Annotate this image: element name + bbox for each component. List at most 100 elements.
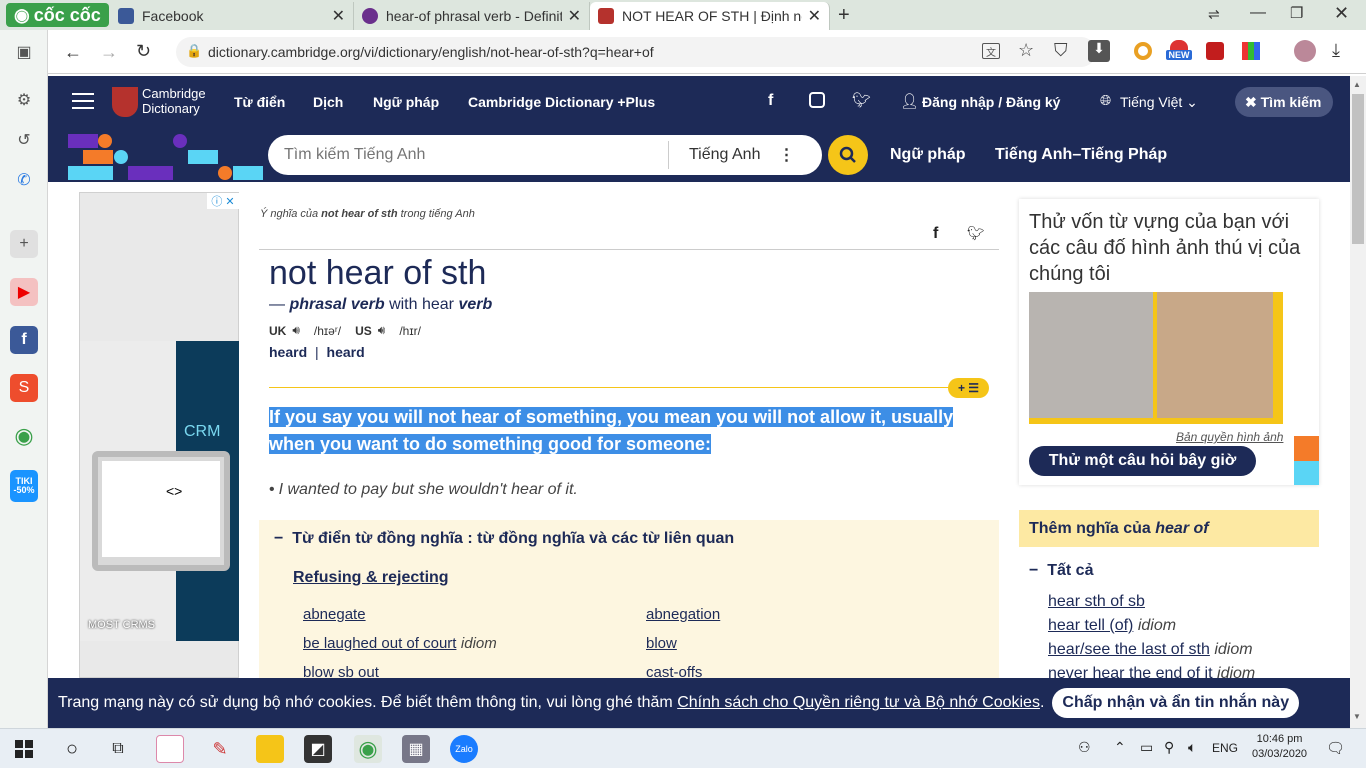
- back-button[interactable]: ←: [64, 42, 82, 63]
- messenger-icon[interactable]: ✆: [10, 166, 38, 194]
- extension-red-icon[interactable]: [1206, 42, 1224, 60]
- search-toggle-button[interactable]: ✖ Tìm kiếm: [1235, 87, 1333, 117]
- close-window-button[interactable]: ✕: [1334, 3, 1349, 24]
- zalo-icon[interactable]: Zalo: [450, 735, 478, 763]
- search-submit-button[interactable]: [828, 135, 868, 175]
- minimize-button[interactable]: —: [1250, 4, 1266, 22]
- ad-info-icon[interactable]: ⓘ ✕: [207, 193, 239, 209]
- shield-icon[interactable]: ⛉: [1054, 40, 1068, 61]
- facebook-icon[interactable]: f: [10, 326, 38, 354]
- tiki-icon[interactable]: TIKI -50%: [10, 470, 38, 502]
- share-facebook-icon[interactable]: f: [933, 225, 938, 243]
- download-page-icon[interactable]: ⬇: [1088, 40, 1110, 62]
- uk-audio-icon[interactable]: 🔊︎: [292, 323, 300, 338]
- extension-new-icon[interactable]: NEW: [1166, 40, 1192, 64]
- page-scrollbar[interactable]: ▲ ▼: [1350, 76, 1366, 728]
- extension-ring-icon[interactable]: [1134, 42, 1152, 60]
- search-input[interactable]: [268, 146, 668, 164]
- thesaurus-word-link[interactable]: abnegation: [646, 606, 720, 623]
- coccoc-shortcut-icon[interactable]: ◉: [10, 422, 38, 450]
- meaning-link[interactable]: hear sth of sb: [1048, 593, 1145, 610]
- network-icon[interactable]: ⚲: [1164, 739, 1174, 756]
- url-field[interactable]: 🔒 dictionary.cambridge.org/vi/dictionary…: [176, 37, 1096, 67]
- thesaurus-word-link[interactable]: abnegate: [303, 606, 366, 623]
- tab-not-hear-of[interactable]: NOT HEAR OF STH | Định nghĩ ✕: [590, 2, 830, 30]
- nav-grammar[interactable]: Ngữ pháp: [373, 94, 439, 110]
- site-logo[interactable]: Cambridge Dictionary: [142, 86, 206, 116]
- tray-up-icon[interactable]: ⌃: [1114, 739, 1126, 756]
- shopee-icon[interactable]: S: [10, 374, 38, 402]
- meaning-link[interactable]: hear tell (of): [1048, 617, 1133, 634]
- cookie-policy-link[interactable]: Chính sách cho Quyền riêng tư và Bộ nhớ …: [677, 694, 1040, 711]
- notifications-icon[interactable]: 🗨︎: [1326, 739, 1345, 757]
- scrollbar-thumb[interactable]: [1352, 94, 1364, 244]
- share-twitter-icon[interactable]: 🐦︎: [967, 225, 985, 242]
- hippo-image[interactable]: [1029, 292, 1153, 418]
- tab-list-icon[interactable]: ⇌: [1208, 6, 1220, 23]
- all-toggle[interactable]: − Tất cả: [1029, 562, 1093, 580]
- close-tab-icon[interactable]: ✕: [808, 6, 821, 26]
- app-icon[interactable]: [156, 735, 184, 763]
- thesaurus-header[interactable]: − Từ điển từ đồng nghĩa : từ đồng nghĩa …: [274, 530, 734, 548]
- search-language-select[interactable]: Tiếng Anh: [689, 146, 760, 164]
- add-shortcut-icon[interactable]: +: [10, 230, 38, 258]
- file-explorer-icon[interactable]: [256, 735, 284, 763]
- add-to-wordlist-button[interactable]: + ☰: [948, 378, 989, 398]
- translate-icon[interactable]: 文: [982, 43, 1000, 59]
- nav-dictionary[interactable]: Từ điển: [234, 94, 285, 110]
- nav2-en-fr[interactable]: Tiếng Anh–Tiếng Pháp: [995, 146, 1167, 164]
- nav-translate[interactable]: Dịch: [313, 94, 343, 110]
- seal-image[interactable]: [1157, 292, 1273, 418]
- meaning-link[interactable]: hear/see the last of sth: [1048, 641, 1210, 658]
- nav-plus[interactable]: Cambridge Dictionary +Plus: [468, 94, 655, 110]
- hamburger-menu-icon[interactable]: [72, 93, 94, 109]
- volume-icon[interactable]: 🔈︎: [1188, 739, 1196, 756]
- reload-button[interactable]: ↻: [136, 41, 151, 62]
- search-circle-icon[interactable]: ○: [58, 735, 86, 763]
- instagram-icon[interactable]: [809, 92, 825, 108]
- tab-hear-of[interactable]: hear-of phrasal verb - Definiti ✕: [354, 2, 590, 30]
- youtube-icon[interactable]: ▶: [10, 278, 38, 306]
- windows-start-icon[interactable]: [10, 735, 38, 763]
- thesaurus-category-link[interactable]: Refusing & rejecting: [293, 569, 449, 587]
- history-icon[interactable]: ↺: [10, 126, 38, 154]
- app-icon[interactable]: ▦: [402, 735, 430, 763]
- facebook-icon[interactable]: f: [768, 92, 773, 110]
- thesaurus-word-link[interactable]: blow: [646, 635, 677, 652]
- maximize-button[interactable]: ❐: [1290, 4, 1303, 22]
- task-view-icon[interactable]: ⧉: [104, 735, 132, 763]
- close-tab-icon[interactable]: ✕: [332, 6, 345, 26]
- profile-avatar[interactable]: [1294, 40, 1316, 62]
- settings-gear-icon[interactable]: ⚙: [10, 86, 38, 114]
- battery-icon[interactable]: ▭: [1140, 739, 1153, 756]
- coccoc-logo[interactable]: ◉ cốc cốc: [6, 3, 109, 27]
- people-icon[interactable]: ⚇: [1078, 739, 1091, 756]
- notes-app-icon[interactable]: ◩: [304, 735, 332, 763]
- ad-banner[interactable]: ⓘ ✕ CRM <> MOST CRMS: [79, 192, 239, 678]
- cambridge-favicon-icon: [598, 8, 614, 24]
- coccoc-taskbar-icon[interactable]: ◉: [354, 735, 382, 763]
- tab-facebook[interactable]: Facebook ✕: [110, 2, 354, 30]
- scroll-up-icon[interactable]: ▲: [1353, 80, 1361, 89]
- extension-colors-icon[interactable]: [1242, 42, 1260, 60]
- new-tab-button[interactable]: +: [838, 4, 850, 27]
- clock[interactable]: 10:46 pm 03/03/2020: [1252, 732, 1307, 762]
- input-language[interactable]: ENG: [1212, 741, 1238, 755]
- forward-button[interactable]: →: [100, 42, 118, 63]
- sidebar-toggle-icon[interactable]: ▣: [10, 38, 38, 66]
- cookie-accept-button[interactable]: Chấp nhận và ẩn tin nhắn này: [1052, 688, 1300, 718]
- us-audio-icon[interactable]: 🔊︎: [378, 323, 386, 338]
- image-credit-link[interactable]: Bản quyền hình ảnh: [1176, 430, 1283, 444]
- login-link[interactable]: Đăng nhập / Đăng ký: [922, 94, 1060, 110]
- twitter-icon[interactable]: 🐦︎: [852, 91, 871, 109]
- language-select[interactable]: Tiếng Việt ⌄: [1120, 94, 1198, 111]
- bookmark-star-icon[interactable]: ☆: [1018, 40, 1034, 61]
- app-drawing-icon[interactable]: ✎: [206, 735, 234, 763]
- thesaurus-word-link[interactable]: be laughed out of court: [303, 635, 456, 652]
- more-options-icon[interactable]: ⋮: [778, 145, 794, 165]
- scroll-down-icon[interactable]: ▼: [1353, 712, 1361, 721]
- nav2-grammar[interactable]: Ngữ pháp: [890, 146, 966, 164]
- downloads-icon[interactable]: ⤓: [1332, 40, 1340, 61]
- quiz-start-button[interactable]: Thử một câu hỏi bây giờ: [1029, 446, 1256, 476]
- close-tab-icon[interactable]: ✕: [568, 6, 581, 26]
